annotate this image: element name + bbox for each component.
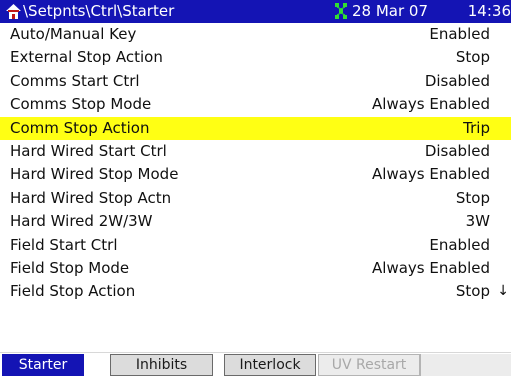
parameter-label: Hard Wired Stop Actn — [10, 188, 172, 207]
parameter-list: Auto/Manual Key Enabled External Stop Ac… — [0, 23, 511, 304]
parameter-value: Enabled — [429, 235, 490, 254]
parameter-row-hard-wired-stop-actn[interactable]: Hard Wired Stop Actn Stop — [0, 187, 511, 210]
tab-uv-restart: UV Restart — [318, 354, 420, 376]
tab-interlock[interactable]: Interlock — [224, 354, 316, 376]
parameter-row-comms-stop-mode[interactable]: Comms Stop Mode Always Enabled — [0, 93, 511, 116]
parameter-value: Trip — [463, 118, 490, 137]
parameter-row-external-stop-action[interactable]: External Stop Action Stop — [0, 46, 511, 69]
parameter-row-field-stop-action[interactable]: Field Stop Action Stop ↓ — [0, 280, 511, 303]
parameter-label: Comm Stop Action — [10, 118, 150, 137]
tab-strip-filler — [420, 354, 511, 376]
parameter-row-field-stop-mode[interactable]: Field Stop Mode Always Enabled — [0, 257, 511, 280]
title-bar: \Setpnts\Ctrl\Starter 28 Mar 07 14:36 — [0, 0, 511, 23]
parameter-label: External Stop Action — [10, 48, 163, 67]
tab-strip: Starter Inhibits Interlock UV Restart — [0, 352, 511, 376]
parameter-value: Enabled — [429, 25, 490, 43]
parameter-label: Hard Wired Stop Mode — [10, 165, 179, 184]
parameter-label: Hard Wired Start Ctrl — [10, 141, 167, 160]
home-icon[interactable] — [5, 3, 22, 20]
parameter-row-hard-wired-2w-3w[interactable]: Hard Wired 2W/3W 3W — [0, 210, 511, 233]
scroll-down-arrow-icon[interactable]: ↓ — [497, 280, 509, 303]
parameter-row-comm-stop-action[interactable]: Comm Stop Action Trip — [0, 116, 511, 140]
parameter-value: Always Enabled — [372, 165, 490, 184]
parameter-label: Field Stop Action — [10, 282, 136, 301]
parameter-label: Hard Wired 2W/3W — [10, 212, 153, 231]
tab-inhibits[interactable]: Inhibits — [110, 354, 213, 376]
parameter-value: Stop — [455, 48, 490, 67]
parameter-value: 3W — [465, 212, 490, 231]
network-status-icon — [334, 2, 348, 20]
bottom-margin — [0, 376, 511, 385]
parameter-value: Stop — [455, 188, 490, 207]
tab-starter[interactable]: Starter — [2, 354, 84, 376]
menu-path: \Setpnts\Ctrl\Starter — [23, 2, 175, 20]
parameter-row-auto-manual-key[interactable]: Auto/Manual Key Enabled — [0, 23, 511, 46]
parameter-label: Comms Stop Mode — [10, 95, 152, 114]
relay-display-screen: \Setpnts\Ctrl\Starter 28 Mar 07 14:36 Au… — [0, 0, 511, 385]
parameter-row-comms-start-ctrl[interactable]: Comms Start Ctrl Disabled — [0, 70, 511, 93]
parameter-label: Field Start Ctrl — [10, 235, 118, 254]
time-display: 14:36 — [467, 2, 511, 20]
parameter-label: Auto/Manual Key — [10, 25, 137, 43]
parameter-value: Disabled — [424, 141, 490, 160]
parameter-value: Always Enabled — [372, 258, 490, 277]
parameter-label: Field Stop Mode — [10, 258, 130, 277]
parameter-label: Comms Start Ctrl — [10, 71, 140, 90]
parameter-row-field-start-ctrl[interactable]: Field Start Ctrl Enabled — [0, 234, 511, 257]
parameter-row-hard-wired-start-ctrl[interactable]: Hard Wired Start Ctrl Disabled — [0, 140, 511, 163]
date-display: 28 Mar 07 — [352, 2, 429, 20]
parameter-value: Stop — [455, 282, 490, 301]
parameter-value: Always Enabled — [372, 95, 490, 114]
parameter-row-hard-wired-stop-mode[interactable]: Hard Wired Stop Mode Always Enabled — [0, 163, 511, 186]
parameter-value: Disabled — [424, 71, 490, 90]
